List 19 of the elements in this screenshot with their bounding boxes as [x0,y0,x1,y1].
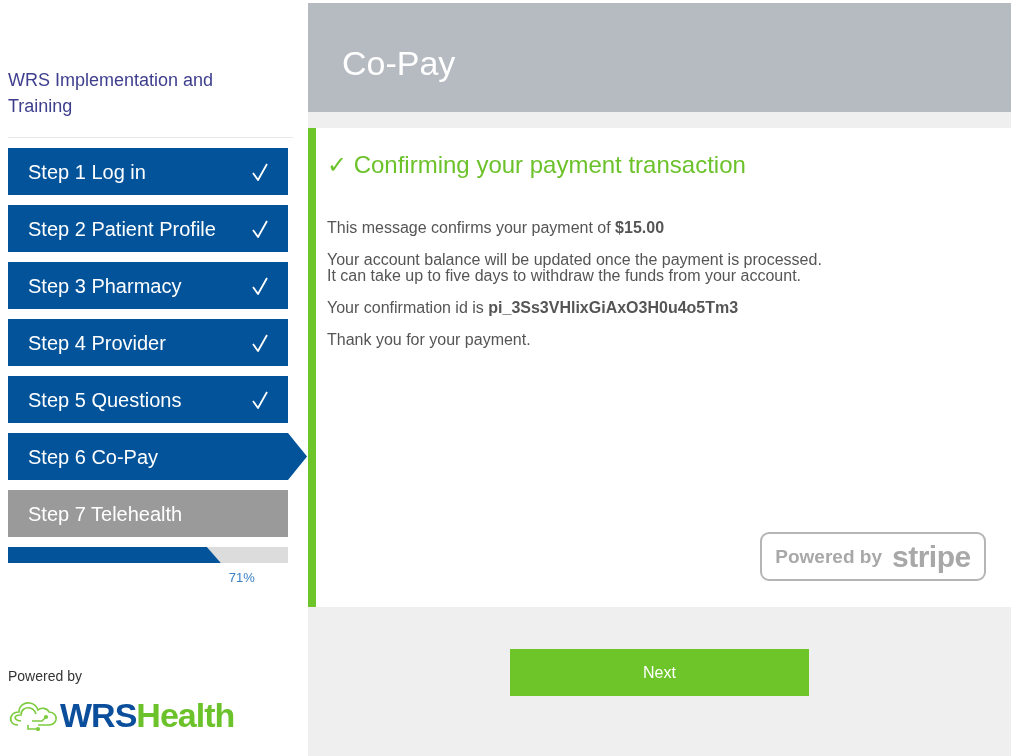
cloud-circuit-icon [8,699,58,731]
message-text: Your confirmation id is pi_3Ss3VHlixGiAxO3H0u4o5Tm3 [327,300,739,316]
step-item[interactable]: Step 3 Pharmacy [8,262,288,309]
stripe-wordmark: stripe [891,540,971,573]
powered-by-text: Powered by [8,667,82,685]
step-item[interactable]: Step 1 Log in [8,148,288,195]
step-item[interactable]: Step 4 Provider [8,319,288,366]
progress-percent: 71% [228,570,255,585]
message-text: Your account balance will be updated once the payment is processed. It can take up to five days to withdraw the funds from your account. [327,252,822,284]
sidebar-title: WRS Implementation and Training [8,69,215,118]
powered-by-label: Powered by [775,545,882,568]
page-title: Co-Pay [342,42,456,83]
message-text: This message confirms your payment of $15.00 [327,220,665,236]
step-item[interactable]: Step 6 Co-Pay [8,433,307,480]
step-item[interactable]: Step 2 Patient Profile [8,205,288,252]
confirmation-heading: ✓ Confirming your payment transaction [327,150,746,180]
message-text: Thank you for your payment. [327,332,531,348]
brand-wordmark: WRSHealth [60,697,235,733]
step-item[interactable]: Step 5 Questions [8,376,288,423]
